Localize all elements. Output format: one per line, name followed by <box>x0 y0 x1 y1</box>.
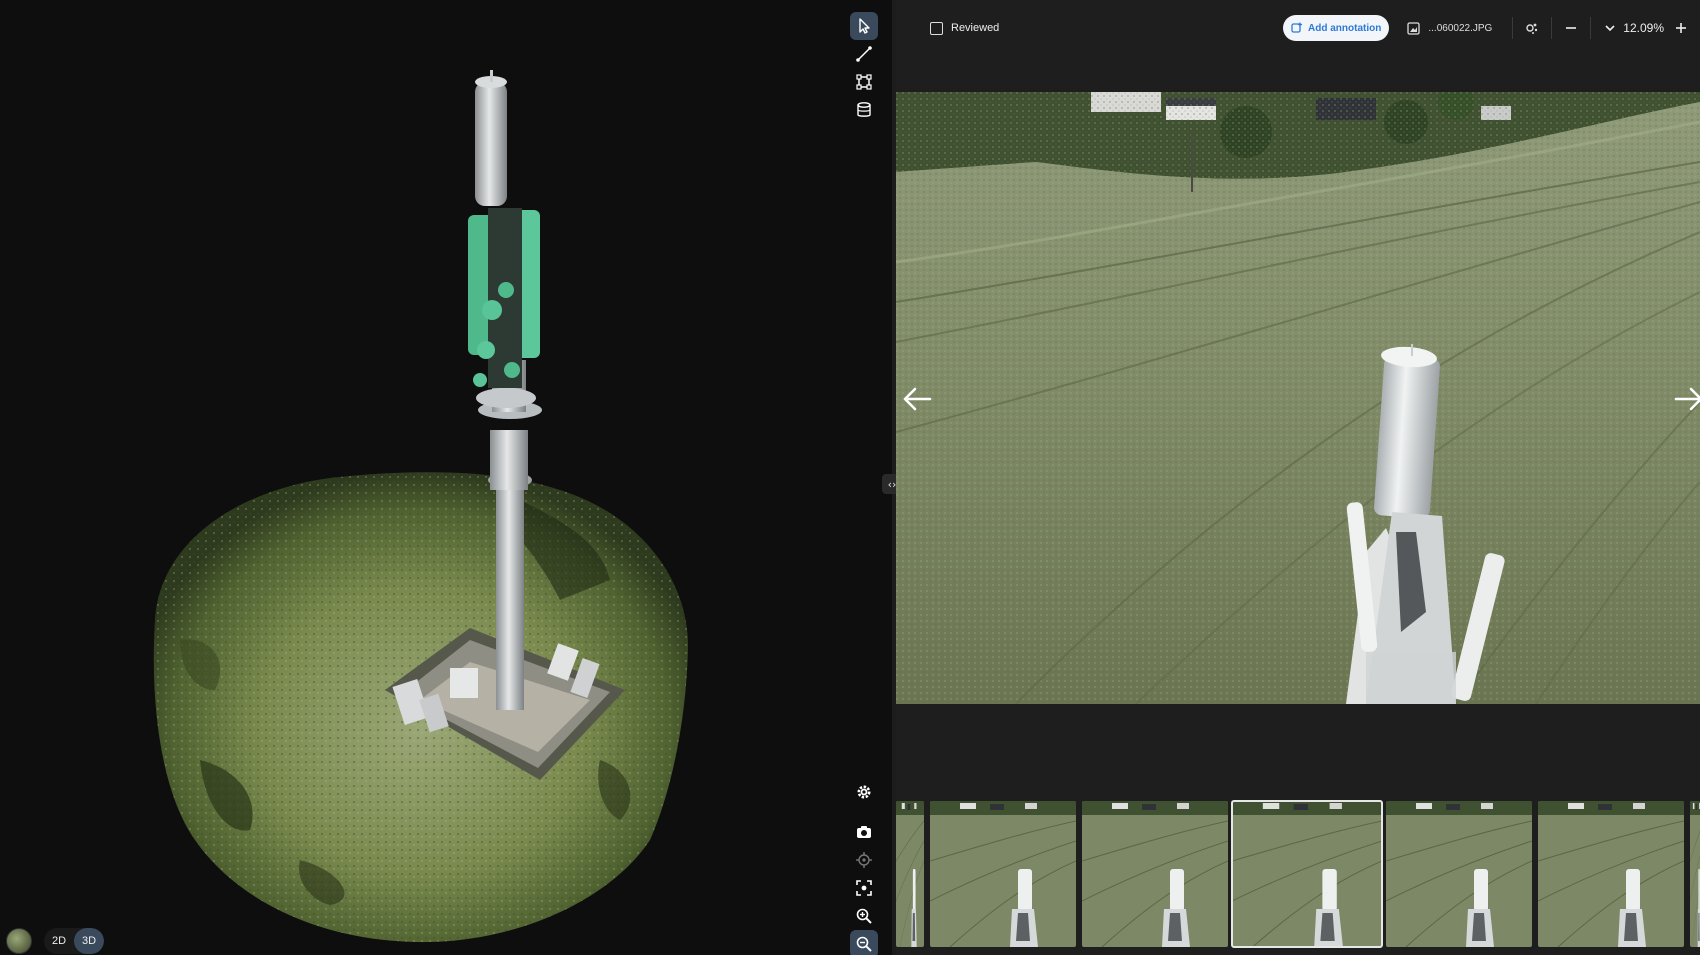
thumbnail-image <box>896 801 924 947</box>
view-controls-rail <box>850 778 878 955</box>
image-adjust-button[interactable] <box>1521 17 1543 39</box>
annotation-icon <box>1291 22 1303 33</box>
point-cloud-render <box>153 70 689 943</box>
filmstrip-thumbnail[interactable] <box>1082 801 1228 947</box>
focus-frame-icon <box>856 880 872 896</box>
polygon-icon <box>856 74 872 90</box>
image-file-icon <box>1407 21 1421 35</box>
add-annotation-label: Add annotation <box>1308 22 1382 34</box>
volume-icon <box>857 102 871 117</box>
focus-button[interactable] <box>850 874 878 902</box>
arrow-left-icon <box>903 387 932 411</box>
filmstrip-thumbnail[interactable] <box>930 801 1076 947</box>
thumbnail-image <box>1690 801 1700 947</box>
zoom-out-button[interactable] <box>850 930 878 955</box>
toolbar-actions: Add annotation ...060022.JPG 12.09% <box>1283 14 1692 42</box>
thumbnail-image <box>1386 801 1532 947</box>
basemap-thumbnail[interactable] <box>6 928 32 954</box>
main-photo[interactable] <box>896 92 1700 704</box>
checkbox-icon[interactable] <box>930 21 943 35</box>
reviewed-checkbox[interactable]: Reviewed <box>930 21 1000 35</box>
arrow-right-icon <box>1674 387 1700 411</box>
app-root: ‹› Reviewed Add annotation ...060022.JPG <box>0 0 1700 955</box>
filmstrip-thumbnail[interactable] <box>1690 801 1700 947</box>
chevron-down-icon <box>1605 25 1615 32</box>
crosshair-icon <box>856 852 872 868</box>
reviewed-label: Reviewed <box>951 22 1000 34</box>
mode-toggle: 2D 3D <box>44 928 104 954</box>
thumbnail-image <box>1082 801 1228 947</box>
tool-rail <box>850 12 878 124</box>
thumbnail-image <box>1232 801 1382 947</box>
mode-2d-button[interactable]: 2D <box>44 928 74 954</box>
file-name-text: ...060022.JPG <box>1428 22 1493 34</box>
file-name: ...060022.JPG <box>1407 21 1493 35</box>
toolbar-separator <box>1512 17 1514 39</box>
line-tool-button[interactable] <box>850 40 878 68</box>
zoom-out-icon <box>856 936 872 952</box>
image-filmstrip <box>896 799 1700 949</box>
polygon-tool-button[interactable] <box>850 68 878 96</box>
volume-tool-button[interactable] <box>850 96 878 124</box>
camera-icon <box>857 826 871 838</box>
filmstrip-thumbnail[interactable] <box>1386 801 1532 947</box>
image-panel: Reviewed Add annotation ...060022.JPG 12… <box>896 0 1700 955</box>
thumbnail-image <box>930 801 1076 947</box>
zoom-dropdown-button[interactable] <box>1599 17 1621 39</box>
3d-viewer[interactable] <box>0 0 892 955</box>
line-measure-icon <box>856 46 872 62</box>
locate-button[interactable] <box>850 846 878 874</box>
filmstrip-thumbnail[interactable] <box>1231 800 1383 948</box>
settings-button[interactable] <box>850 778 878 806</box>
previous-image-button[interactable] <box>900 384 934 414</box>
screenshot-button[interactable] <box>850 818 878 846</box>
zoom-out-image-button[interactable] <box>1560 17 1582 39</box>
toolbar-separator <box>1551 17 1553 39</box>
thumbnail-image <box>1538 801 1684 947</box>
filmstrip-thumbnail[interactable] <box>896 801 924 947</box>
select-tool-button[interactable] <box>850 12 878 40</box>
image-toolbar: Reviewed Add annotation ...060022.JPG 12… <box>896 0 1700 56</box>
plus-icon <box>1676 23 1686 33</box>
mode-3d-button[interactable]: 3D <box>74 928 104 954</box>
view-mode-switch: 2D 3D <box>6 928 104 954</box>
next-image-button[interactable] <box>1672 384 1700 414</box>
toolbar-separator <box>1590 17 1592 39</box>
zoom-in-image-button[interactable] <box>1670 17 1692 39</box>
gear-icon <box>857 785 871 799</box>
zoom-in-button[interactable] <box>850 902 878 930</box>
filmstrip-thumbnail[interactable] <box>1538 801 1684 947</box>
zoom-in-icon <box>856 908 872 924</box>
add-annotation-button[interactable]: Add annotation <box>1283 15 1390 41</box>
minus-icon <box>1566 27 1577 29</box>
image-adjust-icon <box>1526 23 1538 34</box>
zoom-level: 12.09% <box>1623 21 1664 35</box>
cursor-icon <box>859 18 870 34</box>
drone-photo <box>896 92 1700 704</box>
